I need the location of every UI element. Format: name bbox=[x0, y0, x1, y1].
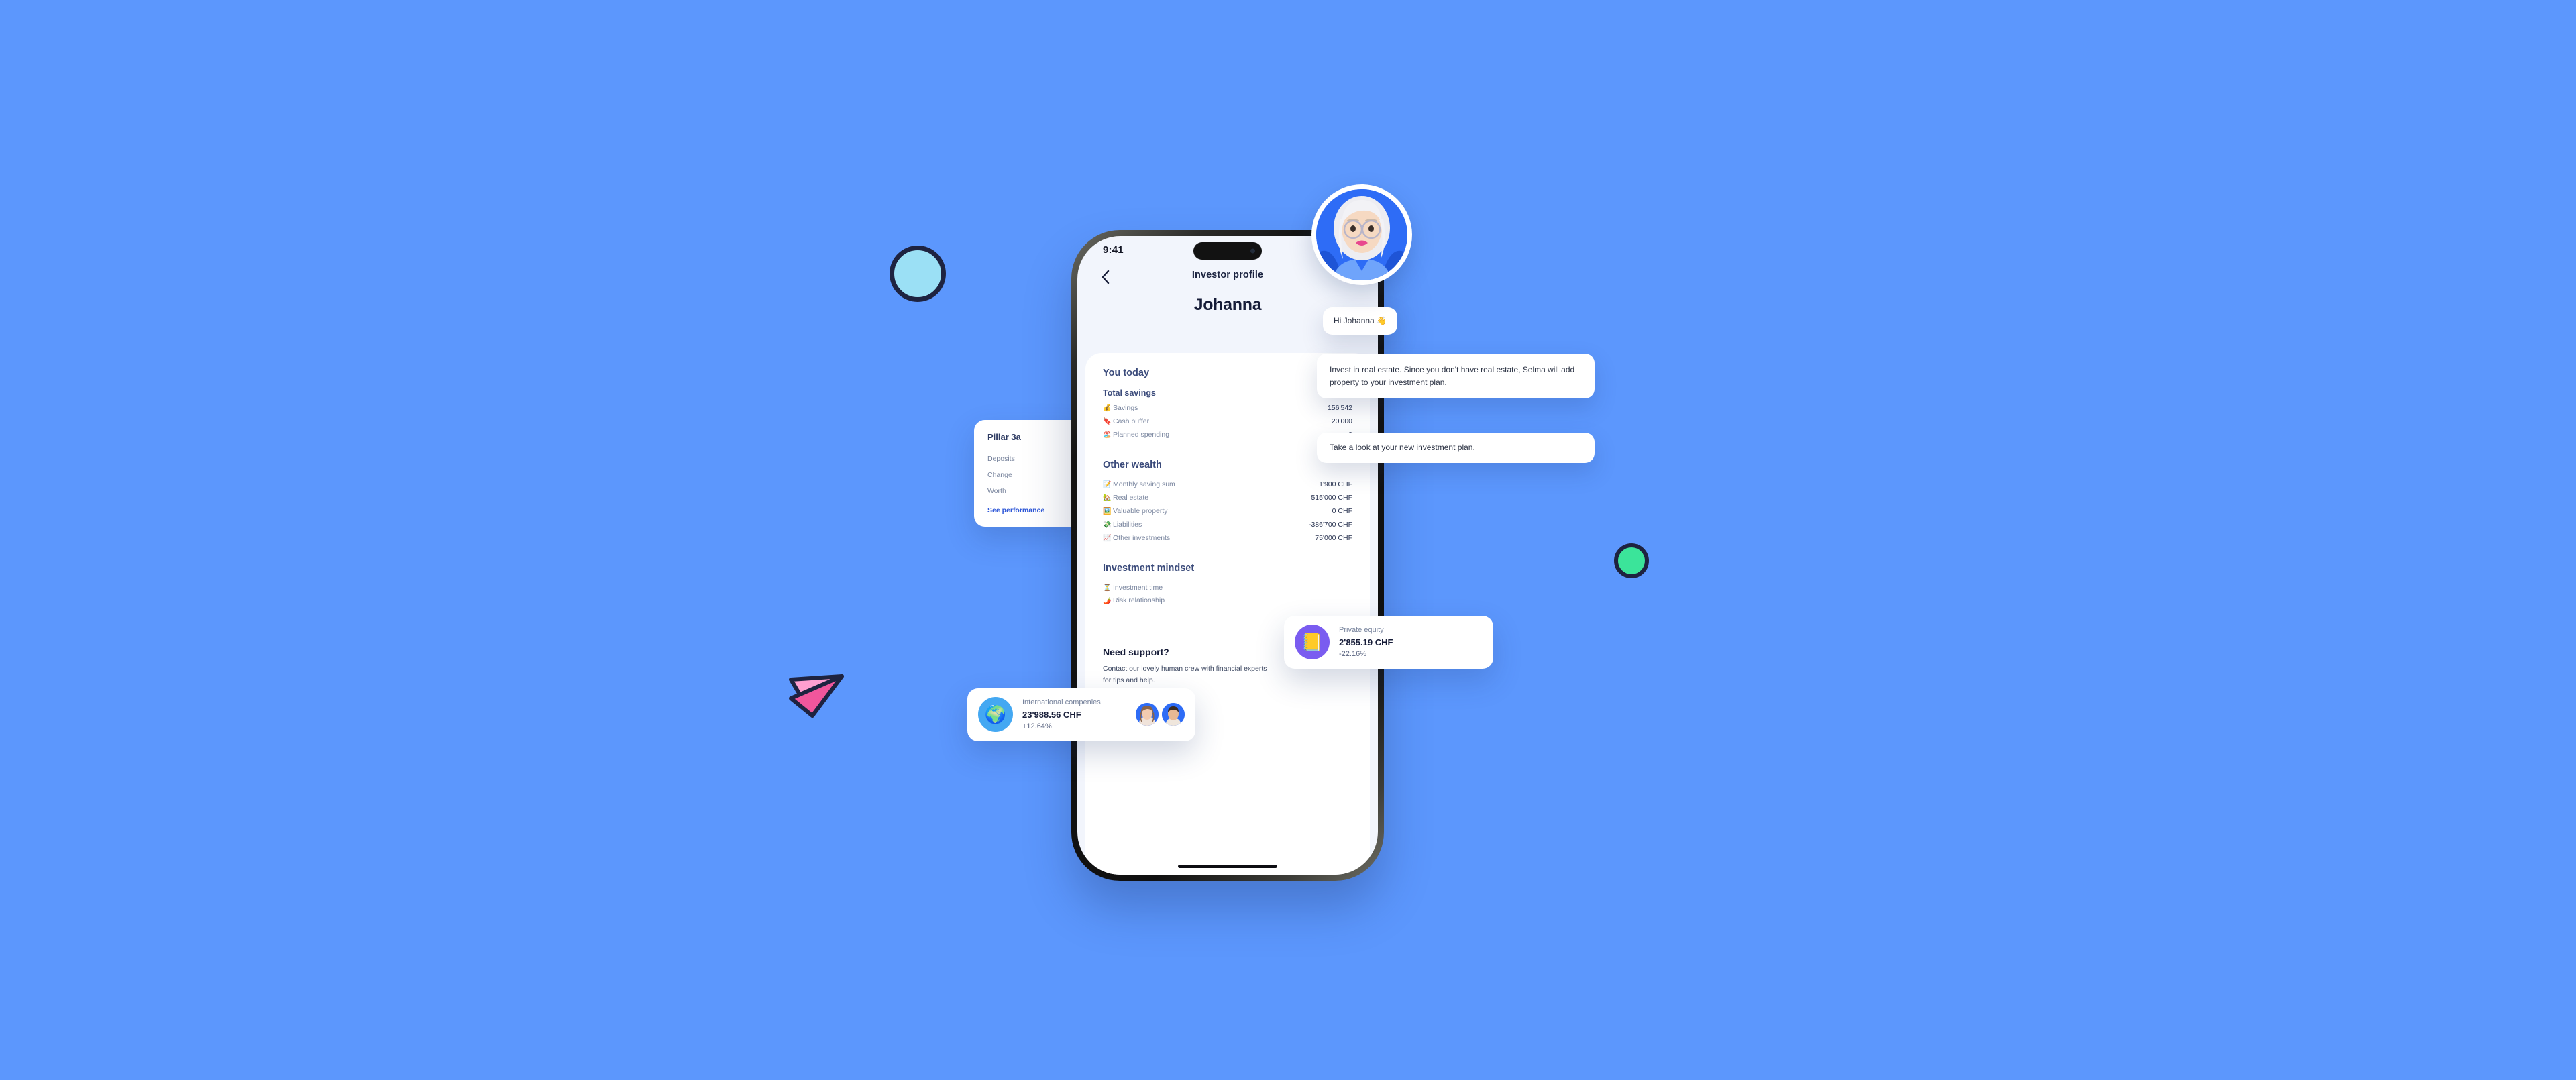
row-label: Liabilities bbox=[1113, 520, 1142, 529]
row-value: 0 CHF bbox=[1332, 506, 1352, 515]
framed-picture-icon: 🖼️ bbox=[1103, 508, 1112, 516]
chevron-left-icon[interactable] bbox=[1096, 268, 1114, 286]
table-row: 🌶️ Risk relationship bbox=[1103, 594, 1352, 608]
status-bar-time: 9:41 bbox=[1103, 244, 1124, 256]
row-value: 20'000 bbox=[1331, 417, 1352, 425]
pillar-card-title: Pillar 3a bbox=[987, 432, 1021, 442]
globe-icon: 🌍 bbox=[978, 697, 1013, 733]
row-label: Real estate bbox=[1113, 493, 1149, 502]
pillar-row-change: Change bbox=[987, 470, 1012, 479]
section-title: Other wealth bbox=[1103, 459, 1162, 470]
asset-meta: Private equity 2'855.19 CHF -22.16% bbox=[1339, 625, 1483, 660]
table-row: 💸 Liabilities -386'700 CHF bbox=[1103, 519, 1352, 532]
beach-icon: 🏖️ bbox=[1103, 431, 1112, 439]
section-other-wealth: Other wealth 📝 Monthly saving sum 1'900 … bbox=[1103, 460, 1352, 545]
row-label: Monthly saving sum bbox=[1113, 480, 1175, 488]
section-title: You today bbox=[1103, 368, 1150, 378]
row-label: Risk relationship bbox=[1113, 596, 1165, 605]
asset-name: International compenies bbox=[1022, 698, 1101, 706]
decorative-green-circle bbox=[1614, 543, 1649, 578]
section-you-today: You today Total savings 176'542 💰 Saving… bbox=[1103, 368, 1352, 442]
pillar-row-deposits: Deposits bbox=[987, 455, 1015, 463]
total-savings-label: Total savings bbox=[1103, 388, 1156, 398]
row-value: 75'000 CHF bbox=[1315, 533, 1352, 542]
table-row: 💰 Savings 156'542 bbox=[1103, 402, 1352, 415]
table-row: 🔖 Cash buffer 20'000 bbox=[1103, 415, 1352, 429]
see-performance-link[interactable]: See performance bbox=[987, 506, 1076, 515]
section-title: Investment mindset bbox=[1103, 562, 1195, 574]
table-row: 🖼️ Valuable property 0 CHF bbox=[1103, 505, 1352, 519]
crew-avatar[interactable] bbox=[1162, 703, 1185, 726]
avatar[interactable] bbox=[1311, 184, 1412, 285]
money-wings-icon: 💸 bbox=[1103, 521, 1112, 529]
memo-icon: 📝 bbox=[1103, 481, 1112, 489]
table-row: 📈 Other investments 75'000 CHF bbox=[1103, 532, 1352, 545]
content-card: You today Total savings 176'542 💰 Saving… bbox=[1085, 353, 1370, 875]
decorative-paper-plane-icon bbox=[788, 667, 846, 720]
row-label: Investment time bbox=[1113, 583, 1163, 592]
chat-bubble-advice: Invest in real estate. Since you don't h… bbox=[1317, 354, 1595, 399]
asset-card-private-equity[interactable]: 📒 Private equity 2'855.19 CHF -22.16% bbox=[1284, 616, 1493, 669]
chat-bubble-greeting: Hi Johanna 👋 bbox=[1323, 307, 1397, 335]
crew-avatar[interactable] bbox=[1136, 703, 1159, 726]
dynamic-island bbox=[1193, 242, 1262, 260]
row-label: Other investments bbox=[1113, 533, 1171, 542]
row-label: Cash buffer bbox=[1113, 417, 1150, 425]
table-row: ⏳ Investment time bbox=[1103, 582, 1352, 595]
asset-amount: 2'855.19 CHF bbox=[1339, 637, 1393, 647]
row-label: Planned spending bbox=[1113, 430, 1170, 439]
row-label: Savings bbox=[1113, 404, 1138, 412]
asset-name: Private equity bbox=[1339, 626, 1384, 634]
table-row: 📝 Monthly saving sum 1'900 CHF bbox=[1103, 478, 1352, 492]
asset-meta: International compenies 23'988.56 CHF +1… bbox=[1022, 697, 1126, 733]
row-value: 1'900 CHF bbox=[1319, 480, 1352, 488]
hourglass-icon: ⏳ bbox=[1103, 584, 1112, 592]
row-value: 156'542 bbox=[1327, 404, 1352, 412]
table-row: 🏡 Real estate 515'000 CHF bbox=[1103, 492, 1352, 505]
chili-pepper-icon: 🌶️ bbox=[1103, 597, 1112, 605]
chat-bubble-plan: Take a look at your new investment plan. bbox=[1317, 433, 1595, 463]
money-bag-icon: 💰 bbox=[1103, 404, 1112, 413]
asset-change: +12.64% bbox=[1022, 722, 1052, 731]
asset-card-international-companies[interactable]: 🌍 International compenies 23'988.56 CHF … bbox=[967, 688, 1195, 741]
row-value: 515'000 CHF bbox=[1311, 493, 1352, 502]
total-savings-row: Total savings 176'542 bbox=[1103, 386, 1352, 400]
crew-avatars bbox=[1136, 703, 1185, 726]
row-label: Valuable property bbox=[1113, 506, 1168, 515]
chart-up-icon: 📈 bbox=[1103, 535, 1112, 543]
asset-change: -22.16% bbox=[1339, 650, 1366, 658]
section-investment-mindset: Investment mindset ⏳ Investment time 🌶️ … bbox=[1103, 563, 1352, 608]
home-indicator[interactable] bbox=[1178, 865, 1277, 868]
row-value: -386'700 CHF bbox=[1308, 520, 1352, 529]
asset-amount: 23'988.56 CHF bbox=[1022, 709, 1081, 720]
avatar-image bbox=[1316, 189, 1407, 280]
ledger-icon: 📒 bbox=[1295, 625, 1330, 660]
house-icon: 🏡 bbox=[1103, 494, 1112, 502]
table-row: 🏖️ Planned spending 0 bbox=[1103, 429, 1352, 442]
decorative-cyan-circle bbox=[890, 246, 946, 302]
pillar-row-worth: Worth bbox=[987, 486, 1006, 495]
bookmark-icon: 🔖 bbox=[1103, 418, 1112, 426]
support-text: Contact our lovely human crew with finan… bbox=[1103, 665, 1267, 685]
front-camera-icon bbox=[1250, 248, 1255, 254]
